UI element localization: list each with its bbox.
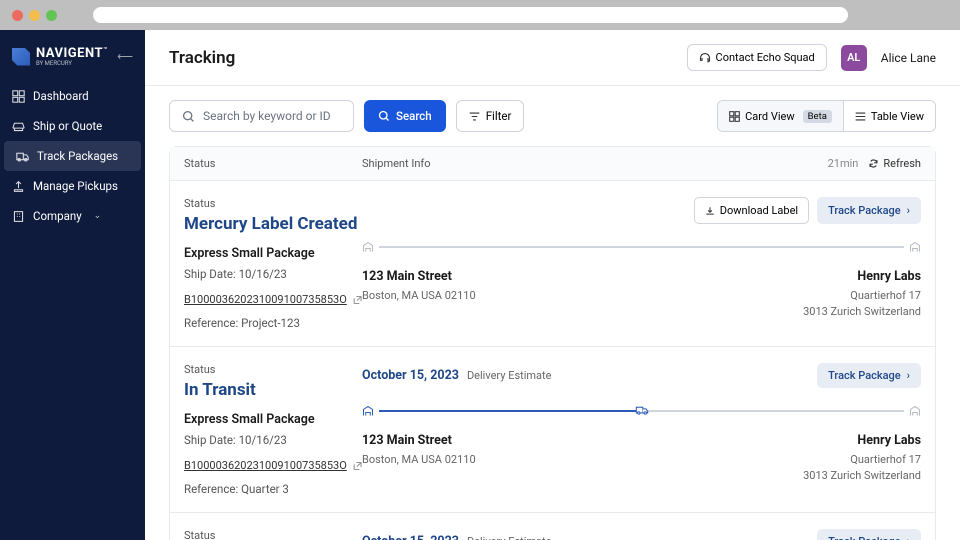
url-bar[interactable] — [93, 7, 848, 23]
nav-label: Dashboard — [33, 89, 89, 103]
to-address: Henry Labs Quartierhof 17 3013 Zurich Sw… — [803, 432, 921, 485]
warehouse-icon — [362, 405, 374, 417]
external-link-icon — [353, 295, 362, 305]
progress-bar — [362, 238, 921, 256]
window-max-dot[interactable] — [46, 10, 57, 21]
warehouse-icon — [909, 241, 921, 253]
reference: Reference: Project-123 — [184, 316, 362, 330]
chevron-right-icon: › — [907, 204, 910, 217]
delivery-date: October 15, 2023 — [362, 368, 459, 383]
progress-bar — [362, 402, 921, 420]
window-close-dot[interactable] — [12, 10, 23, 21]
chevron-right-icon: › — [907, 369, 910, 382]
filter-icon — [469, 111, 480, 122]
window-min-dot[interactable] — [29, 10, 40, 21]
ship-date: Ship Date: 10/16/23 — [184, 433, 362, 447]
sidebar-item-pickups[interactable]: Manage Pickups — [0, 171, 145, 201]
collapse-icon[interactable]: ⟵ — [117, 50, 133, 63]
ship-date: Ship Date: 10/16/23 — [184, 267, 362, 281]
truck-icon — [635, 404, 648, 417]
track-icon — [16, 150, 29, 163]
page-title: Tracking — [169, 48, 235, 68]
track-package-button[interactable]: Track Package › — [817, 529, 921, 540]
list-icon — [855, 111, 866, 122]
delivery-estimate-label: Delivery Estimate — [467, 369, 552, 382]
nav-label: Manage Pickups — [33, 179, 118, 193]
status-label: Status — [184, 529, 362, 540]
search-button[interactable]: Search — [364, 100, 446, 132]
download-label-button[interactable]: Download Label — [694, 197, 809, 224]
warehouse-icon — [362, 241, 374, 253]
pickup-icon — [12, 180, 25, 193]
to-address: Henry Labs Quartierhof 17 3013 Zurich Sw… — [803, 268, 921, 321]
status-label: Status — [184, 363, 362, 376]
ship-icon — [12, 120, 25, 133]
refresh-time: 21min — [828, 157, 859, 170]
browser-chrome — [0, 0, 960, 30]
warehouse-icon — [909, 405, 921, 417]
track-package-button[interactable]: Track Package › — [817, 363, 921, 388]
shipment-row: Status In Transit Express Small Package … — [170, 347, 935, 513]
chevron-down-icon: ⌄ — [94, 211, 102, 221]
avatar[interactable]: AL — [841, 45, 867, 71]
main-panel: Tracking Contact Echo Squad AL Alice Lan… — [145, 30, 960, 540]
track-package-button[interactable]: Track Package › — [817, 197, 921, 224]
delivery-date: October 15, 2023 — [362, 534, 459, 540]
shipments-table: Status Shipment Info 21min Refresh Statu… — [169, 146, 936, 540]
chevron-right-icon: › — [907, 535, 910, 540]
search-input[interactable]: Search by keyword or ID — [169, 100, 354, 132]
delivery-estimate-label: Delivery Estimate — [467, 535, 552, 540]
external-link-icon — [353, 461, 362, 471]
status-value: In Transit — [184, 380, 362, 400]
status-value: Mercury Label Created — [184, 214, 362, 234]
sidebar: NAVIGENT™ BY MERCURY ⟵ Dashboard Ship or… — [0, 30, 145, 540]
card-view-button[interactable]: Card View Beta — [718, 101, 843, 131]
contact-button[interactable]: Contact Echo Squad — [687, 44, 827, 71]
table-view-button[interactable]: Table View — [843, 101, 935, 131]
sidebar-item-ship[interactable]: Ship or Quote — [0, 111, 145, 141]
beta-badge: Beta — [803, 110, 832, 123]
filter-button[interactable]: Filter — [456, 100, 525, 132]
package-type: Express Small Package — [184, 412, 362, 427]
tracking-number-link[interactable]: B100003620231009100735853O — [184, 459, 362, 472]
tracking-number-link[interactable]: B100003620231009100735853O — [184, 293, 362, 306]
table-header: Status Shipment Info 21min Refresh — [170, 147, 935, 181]
from-address: 123 Main Street Boston, MA USA 02110 — [362, 432, 476, 485]
search-icon — [378, 110, 390, 122]
logo-icon — [12, 48, 30, 66]
headset-icon — [699, 52, 711, 64]
col-status: Status — [184, 157, 362, 170]
card-icon — [729, 111, 740, 122]
col-info: Shipment Info — [362, 157, 828, 170]
refresh-button[interactable]: Refresh — [868, 157, 921, 170]
status-label: Status — [184, 197, 362, 210]
shipment-row: Status Delivered Express Small Package S… — [170, 513, 935, 540]
page-header: Tracking Contact Echo Squad AL Alice Lan… — [145, 30, 960, 86]
shipment-row: Status Mercury Label Created Express Sma… — [170, 181, 935, 347]
package-type: Express Small Package — [184, 246, 362, 261]
user-name: Alice Lane — [881, 51, 936, 65]
reference: Reference: Quarter 3 — [184, 482, 362, 496]
nav-label: Ship or Quote — [33, 119, 102, 133]
company-icon — [12, 210, 25, 223]
nav-label: Company — [33, 209, 82, 223]
search-icon — [182, 110, 195, 123]
dashboard-icon — [12, 90, 25, 103]
from-address: 123 Main Street Boston, MA USA 02110 — [362, 268, 476, 321]
brand-logo[interactable]: NAVIGENT™ BY MERCURY ⟵ — [0, 40, 145, 81]
logo-text: NAVIGENT™ BY MERCURY — [36, 46, 107, 67]
view-toggle: Card View Beta Table View — [717, 100, 936, 132]
toolbar: Search by keyword or ID Search Filter Ca… — [145, 86, 960, 146]
nav-label: Track Packages — [37, 149, 118, 163]
refresh-icon — [868, 158, 879, 169]
sidebar-item-dashboard[interactable]: Dashboard — [0, 81, 145, 111]
download-icon — [705, 206, 715, 216]
sidebar-item-track[interactable]: Track Packages — [4, 141, 141, 171]
sidebar-item-company[interactable]: Company ⌄ — [0, 201, 145, 231]
